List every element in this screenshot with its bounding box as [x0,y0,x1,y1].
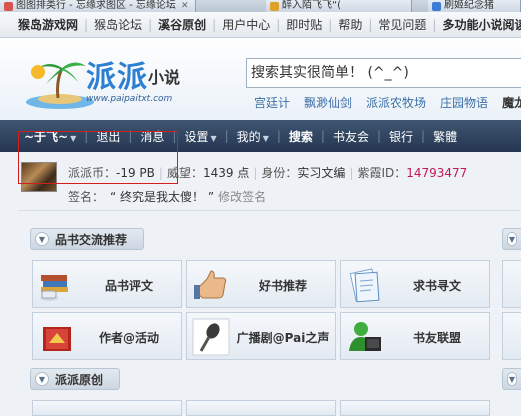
edit-signature-link[interactable]: 修改签名 [218,190,266,204]
topnav-link[interactable]: 溪谷原创 [158,16,206,33]
search-input[interactable]: 搜索其实很简单！ (^_^) [246,58,521,88]
chevron-down-icon: ▼ [210,133,217,143]
section-header-original[interactable]: ▼ 派派原创 [30,368,120,390]
tab-label: 图图排类行 - 忘缘求图区 - 忘缘论坛 [16,0,176,11]
forum-tile[interactable]: 求书寻文 [340,260,490,308]
tab-label: 醉入陌飞飞“( [282,0,342,11]
tab-label: 刷姬纪念猪 [444,0,494,11]
mine-menu[interactable]: 我的 ▼ [237,128,269,145]
game-link[interactable]: 宫廷计 [254,94,290,111]
identity-value: 实习文编 [297,166,346,180]
browser-tab[interactable]: 图图排类行 - 忘缘求图区 - 忘缘论坛 ✕ [0,0,196,12]
section-header-exchange[interactable]: ▼ 品书交流推荐 [30,228,144,250]
prestige-value: 1439 点 [202,166,250,180]
section-header-right: ▼ [502,368,521,390]
favicon-icon [270,1,279,11]
logo-url: www.paipaitxt.com [86,94,173,104]
users-icon [349,322,381,351]
thumbs-up-icon [194,270,227,299]
chevron-down-icon: ▼ [35,372,49,386]
logout-link[interactable]: 退出 [96,128,120,145]
chevron-down-icon: ▼ [507,372,517,386]
microphone-icon [192,318,230,356]
coin-value: -19 PB [116,166,155,180]
game-link[interactable]: 派派农牧场 [366,94,426,111]
red-book-icon [43,327,71,351]
search-link[interactable]: 搜索 [289,128,313,145]
game-link[interactable]: 庄园物语 [440,94,488,111]
top-link-nav: 猴岛游戏网 | 猴岛论坛 | 溪谷原创 | 用户中心 | 即时贴 | 帮助 | 常见问题 | … [0,12,521,38]
logo-subtitle: 小说 [148,68,181,87]
user-id-value: 14793477 [406,166,468,180]
chevron-down-icon: ▼ [262,133,269,143]
user-nav-bar: ~于飞~ ▼ | 退出 | 消息 | 设置 ▼ | 我的 ▼ | 搜索 | 书友会 |… [0,120,521,152]
chevron-down-icon: ▼ [35,232,49,246]
tea-books-icon [40,275,68,301]
forum-tile[interactable]: 作者@活动 [32,312,182,360]
tile-partial [502,312,521,360]
forum-tile[interactable] [186,400,336,416]
signature-text: “ 终究是我太傻！ ” [110,190,215,204]
tile-partial [502,260,521,308]
avatar[interactable] [21,162,57,192]
close-icon[interactable]: ✕ [181,0,189,12]
forum-tile[interactable]: 书友联盟 [340,312,490,360]
game-link[interactable]: 魔龙 [502,94,521,111]
forum-tile[interactable]: 广播剧@Pai之声 [186,312,336,360]
site-header: 派派 小说 www.paipaitxt.com 搜索其实很简单！ (^_^) 宫… [0,38,521,120]
traditional-toggle[interactable]: 繁體 [433,128,457,145]
bank-link[interactable]: 银行 [389,128,413,145]
chevron-down-icon: ▼ [507,232,517,246]
topnav-link[interactable]: 猴岛游戏网 [18,16,78,33]
topnav-link[interactable]: 帮助 [338,16,362,33]
logo-title[interactable]: 派派 [86,52,148,96]
document-icon [349,268,380,303]
forum-tile[interactable] [32,400,182,416]
game-link[interactable]: 飘渺仙剑 [304,94,352,111]
topnav-link[interactable]: 常见问题 [378,16,426,33]
topnav-link[interactable]: 用户中心 [222,16,270,33]
divider [18,210,521,211]
favicon-icon [4,1,13,11]
forum-tile[interactable]: 好书推荐 [186,260,336,308]
browser-tab[interactable]: 醉入陌飞飞“( [266,0,412,12]
chevron-down-icon: ▼ [70,133,77,143]
friends-link[interactable]: 书友会 [333,128,369,145]
favicon-icon [432,1,441,11]
topnav-link[interactable]: 即时贴 [286,16,322,33]
forum-tile[interactable]: 品书评文 [32,260,182,308]
user-info-panel: 派派币：-19 PB | 威望：1439 点 | 身份：实习文编 | 紫霞ID：147934… [18,158,521,210]
settings-menu[interactable]: 设置 ▼ [184,128,216,145]
messages-link[interactable]: 消息 [140,128,164,145]
topnav-link[interactable]: 多功能小说阅读器 [442,16,521,33]
signature-line: 签名： “ 终究是我太傻！ ” 修改签名 [68,190,267,204]
username-menu[interactable]: ~于飞~ ▼ [24,128,76,145]
forum-tile[interactable] [340,400,490,416]
game-links: 宫廷计 飘渺仙剑 派派农牧场 庄园物语 魔龙 [254,94,521,111]
user-stats: 派派币：-19 PB | 威望：1439 点 | 身份：实习文编 | 紫霞ID：147934… [68,166,468,180]
section-header-right: ▼ [502,228,521,250]
browser-tab[interactable]: 刷姬纪念猪 [428,0,521,12]
topnav-link[interactable]: 猴岛论坛 [94,16,142,33]
browser-tab-strip: 图图排类行 - 忘缘求图区 - 忘缘论坛 ✕ 醉入陌飞飞“( 刷姬纪念猪 [0,0,521,12]
